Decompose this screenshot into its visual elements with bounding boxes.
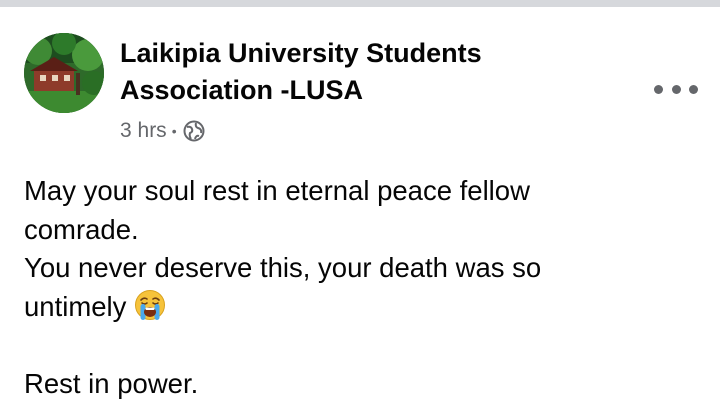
post-text-fragment: untimely [24,290,127,322]
top-divider-bar [0,0,720,7]
post-text-line-with-emoji: untimely [24,288,684,327]
page-name-link[interactable]: Laikipia University Students Association… [120,35,590,109]
post-timestamp[interactable]: 3 hrs [120,119,167,143]
post-text-line: Rest in power. [24,367,199,399]
page-avatar[interactable] [24,33,104,113]
more-dot [671,84,681,94]
more-dot [654,84,663,94]
post-text-line: comrade. [24,213,139,245]
meta-separator: • [171,123,177,139]
post-text-line: May your soul rest in eternal peace fell… [24,175,530,206]
loudly-crying-face-emoji [134,289,166,321]
globe-icon[interactable] [183,120,205,142]
more-dot [689,84,698,94]
post-meta: 3 hrs • [120,116,205,146]
more-options-icon[interactable] [654,77,698,101]
post-text-line: You never deserve this, your death was s… [24,252,542,283]
post-body: May your soul rest in eternal peace fell… [24,172,684,403]
